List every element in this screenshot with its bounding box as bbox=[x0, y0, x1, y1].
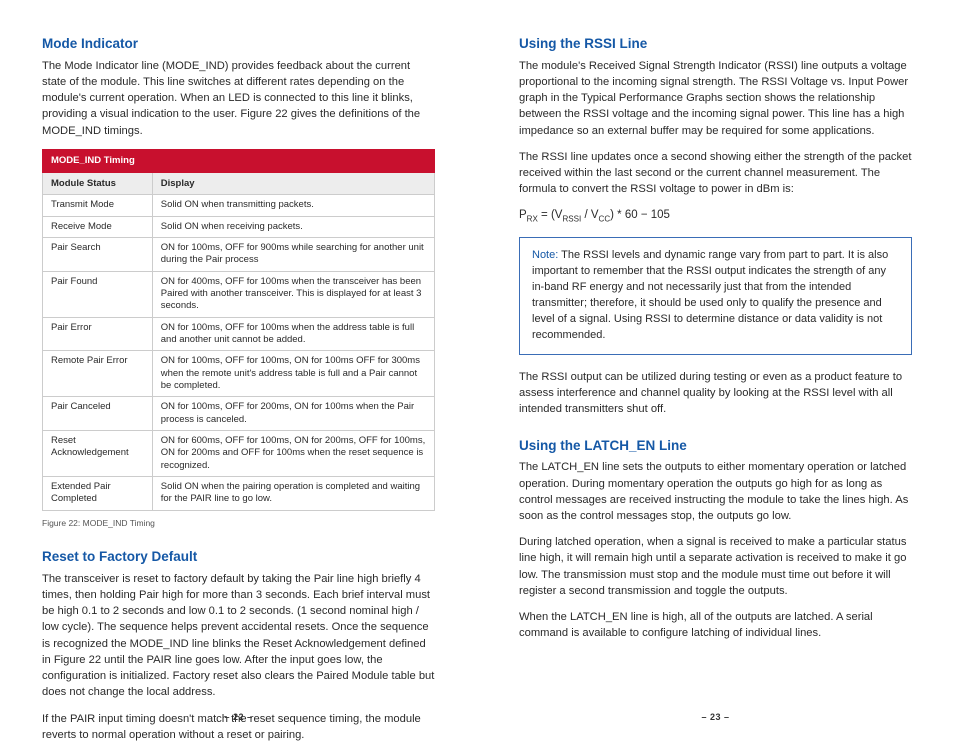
rssi-paragraph-3: The RSSI output can be utilized during t… bbox=[519, 369, 912, 418]
note-label: Note: bbox=[532, 249, 558, 261]
table-row: Remote Pair ErrorON for 100ms, OFF for 1… bbox=[43, 351, 435, 397]
rssi-paragraph-2: The RSSI line updates once a second show… bbox=[519, 149, 912, 198]
page-number-left: – 22 – bbox=[0, 711, 477, 724]
heading-using-latch-en-line: Using the LATCH_EN Line bbox=[519, 436, 912, 456]
mode-indicator-intro: The Mode Indicator line (MODE_IND) provi… bbox=[42, 58, 435, 139]
rssi-paragraph-1: The module's Received Signal Strength In… bbox=[519, 58, 912, 139]
mode-ind-timing-table: MODE_IND Timing Module Status Display Tr… bbox=[42, 149, 435, 511]
heading-using-rssi-line: Using the RSSI Line bbox=[519, 34, 912, 54]
col-display: Display bbox=[152, 172, 434, 195]
table-row: Pair FoundON for 400ms, OFF for 100ms wh… bbox=[43, 271, 435, 317]
figure-22-caption: Figure 22: MODE_IND Timing bbox=[42, 517, 435, 529]
note-text: The RSSI levels and dynamic range vary f… bbox=[532, 249, 888, 341]
table-row: Reset AcknowledgementON for 600ms, OFF f… bbox=[43, 431, 435, 477]
heading-mode-indicator: Mode Indicator bbox=[42, 34, 435, 54]
page-spread: Mode Indicator The Mode Indicator line (… bbox=[0, 0, 954, 738]
rssi-note-box: Note: The RSSI levels and dynamic range … bbox=[519, 237, 912, 355]
heading-reset-factory-default: Reset to Factory Default bbox=[42, 547, 435, 567]
table-row: Pair ErrorON for 100ms, OFF for 100ms wh… bbox=[43, 317, 435, 351]
table-title: MODE_IND Timing bbox=[43, 149, 435, 172]
latch-paragraph-2: During latched operation, when a signal … bbox=[519, 534, 912, 599]
right-page: Using the RSSI Line The module's Receive… bbox=[477, 0, 954, 738]
table-row: Pair SearchON for 100ms, OFF for 900ms w… bbox=[43, 237, 435, 271]
reset-paragraph-1: The transceiver is reset to factory defa… bbox=[42, 571, 435, 701]
left-page: Mode Indicator The Mode Indicator line (… bbox=[0, 0, 477, 738]
page-number-right: – 23 – bbox=[477, 711, 954, 724]
rssi-formula: PRX = (VRSSI / VCC) * 60 − 105 bbox=[519, 207, 912, 225]
latch-paragraph-3: When the LATCH_EN line is high, all of t… bbox=[519, 609, 912, 641]
latch-paragraph-1: The LATCH_EN line sets the outputs to ei… bbox=[519, 459, 912, 524]
table-row: Receive ModeSolid ON when receiving pack… bbox=[43, 216, 435, 237]
table-row: Extended Pair CompletedSolid ON when the… bbox=[43, 477, 435, 511]
col-module-status: Module Status bbox=[43, 172, 153, 195]
table-row: Pair CanceledON for 100ms, OFF for 200ms… bbox=[43, 397, 435, 431]
table-row: Transmit ModeSolid ON when transmitting … bbox=[43, 195, 435, 216]
